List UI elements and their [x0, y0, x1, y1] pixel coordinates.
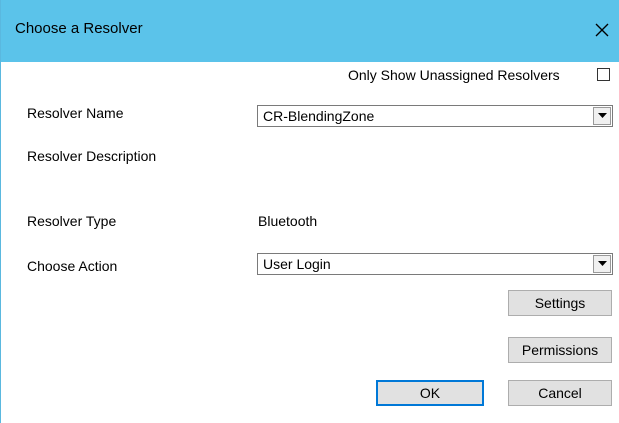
title-bar: Choose a Resolver	[1, 0, 619, 62]
window-title: Choose a Resolver	[15, 20, 143, 37]
chevron-down-icon	[597, 261, 607, 266]
ok-button[interactable]: OK	[376, 380, 484, 406]
choose-action-label: Choose Action	[27, 258, 118, 274]
resolver-name-dropdown-button[interactable]	[593, 107, 611, 125]
resolver-name-select[interactable]: CR-BlendingZone	[257, 105, 613, 127]
resolver-type-value: Bluetooth	[258, 213, 318, 229]
resolver-name-label: Resolver Name	[27, 105, 124, 121]
close-icon	[595, 23, 609, 37]
choose-action-value: User Login	[263, 256, 331, 272]
resolver-description-label: Resolver Description	[27, 148, 157, 164]
settings-button[interactable]: Settings	[508, 290, 612, 316]
choose-action-select[interactable]: User Login	[257, 253, 613, 275]
close-button[interactable]	[584, 12, 619, 48]
only-unassigned-checkbox[interactable]	[597, 68, 610, 81]
chevron-down-icon	[597, 113, 607, 118]
only-unassigned-label: Only Show Unassigned Resolvers	[348, 67, 560, 83]
permissions-button[interactable]: Permissions	[508, 337, 612, 363]
cancel-button[interactable]: Cancel	[508, 380, 612, 406]
dialog-window: Choose a Resolver Only Show Unassigned R…	[0, 0, 619, 423]
choose-action-dropdown-button[interactable]	[593, 255, 611, 273]
resolver-type-label: Resolver Type	[27, 213, 117, 229]
resolver-name-value: CR-BlendingZone	[263, 108, 375, 124]
